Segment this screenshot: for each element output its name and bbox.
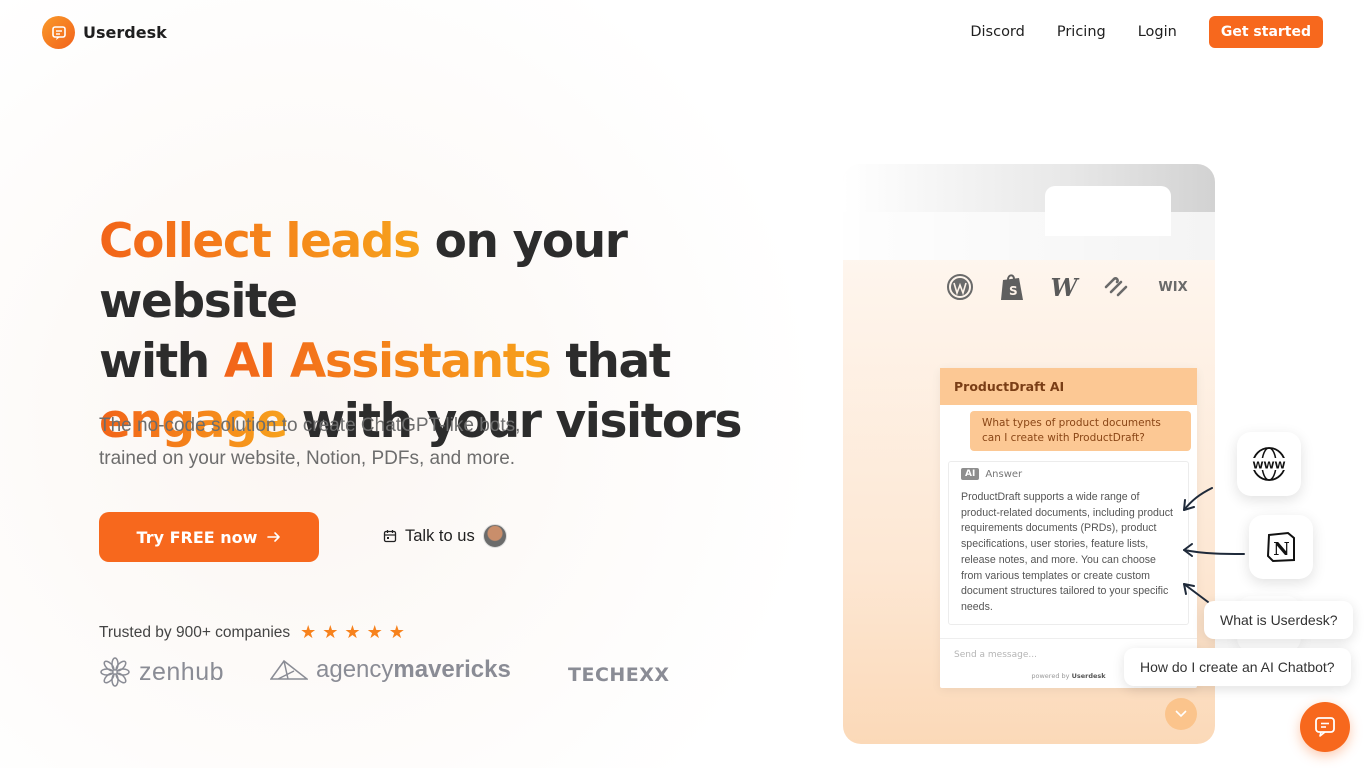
rating-stars: ★ ★ ★ ★ ★ — [300, 624, 405, 642]
techexx-logo: TECHEXX — [568, 664, 670, 686]
suggestion-chip-create-chatbot[interactable]: How do I create an AI Chatbot? — [1124, 648, 1351, 686]
agencymavericks-logo: agencymavericks — [270, 656, 511, 684]
chat-question: What types of product documents can I cr… — [970, 411, 1191, 451]
platform-icons: S W WIX — [945, 272, 1193, 302]
svg-text:S: S — [1009, 284, 1018, 298]
notion-label: N — [1273, 539, 1289, 560]
answer-header: AI Answer — [961, 468, 1176, 480]
arrow-right-icon — [267, 532, 281, 542]
webflow-icon: W — [1050, 272, 1078, 302]
star-icon: ★ — [366, 622, 383, 643]
zenhub-logo: zenhub — [99, 656, 224, 688]
notion-icon: N — [1266, 531, 1295, 563]
get-started-button[interactable]: Get started — [1208, 16, 1323, 48]
wordpress-icon — [945, 272, 975, 302]
subtitle-line: trained on your website, Notion, PDFs, a… — [99, 448, 516, 469]
try-free-button[interactable]: Try FREE now — [99, 512, 319, 562]
top-nav: Userdesk Discord Pricing Login Get start… — [0, 0, 1366, 64]
star-icon: ★ — [344, 622, 361, 643]
star-icon: ★ — [322, 622, 339, 643]
star-icon: ★ — [388, 622, 405, 643]
trusted-by: Trusted by 900+ companies ★ ★ ★ ★ ★ — [99, 624, 405, 642]
shopify-icon: S — [997, 272, 1027, 302]
open-chat-button[interactable] — [1300, 702, 1350, 752]
chevron-down-icon — [1165, 698, 1197, 730]
chat-widget: ProductDraft AI What types of product do… — [940, 368, 1197, 688]
ai-badge: AI — [961, 468, 980, 480]
chat-bubble-icon — [42, 16, 75, 49]
www-label: WWW — [1252, 461, 1285, 472]
suggestion-chip-what-is-userdesk[interactable]: What is Userdesk? — [1204, 601, 1354, 639]
arrows-illustration — [1183, 487, 1245, 603]
zenhub-flower-icon — [100, 657, 130, 687]
browser-chrome — [843, 164, 1215, 260]
subtitle-line: The no-code solution to create ChatGPT-l… — [99, 415, 521, 436]
answer-text: ProductDraft supports a wide range of pr… — [961, 491, 1173, 613]
try-free-label: Try FREE now — [136, 527, 258, 547]
trusted-text: Trusted by 900+ companies — [99, 624, 291, 641]
hero-subtitle: The no-code solution to create ChatGPT-l… — [99, 409, 619, 475]
star-icon: ★ — [300, 622, 317, 643]
talk-to-us-link[interactable]: Talk to us — [383, 524, 507, 548]
title-highlight: AI Assistants — [223, 334, 552, 389]
brand-logo[interactable]: Userdesk — [42, 16, 167, 49]
website-source-card: WWW — [1237, 432, 1301, 496]
nav-links: Discord Pricing Login Get started — [970, 16, 1323, 48]
nav-link-discord[interactable]: Discord — [970, 24, 1025, 40]
wix-icon: WIX — [1158, 279, 1188, 295]
chat-title: ProductDraft AI — [940, 368, 1197, 405]
agency-light: agency — [316, 656, 394, 683]
calendar-icon — [383, 530, 397, 543]
brand-name: Userdesk — [83, 23, 167, 42]
title-highlight: Collect leads — [99, 214, 421, 269]
chat-answer: AI Answer ProductDraft supports a wide r… — [948, 461, 1189, 625]
paper-plane-icon — [270, 659, 308, 680]
agency-bold: mavericks — [393, 656, 511, 683]
title-text: with — [99, 334, 224, 389]
globe-www-icon: WWW — [1251, 447, 1287, 481]
title-text: that — [550, 334, 671, 389]
notion-source-card: N — [1249, 515, 1313, 579]
powered-brand: Userdesk — [1071, 672, 1106, 680]
avatar — [482, 524, 507, 548]
talk-to-us-label: Talk to us — [405, 526, 475, 545]
nav-link-pricing[interactable]: Pricing — [1057, 24, 1106, 40]
zenhub-wordmark: zenhub — [139, 657, 225, 686]
squarespace-icon — [1101, 272, 1131, 302]
answer-label: Answer — [985, 468, 1023, 480]
powered-prefix: powered by — [1031, 672, 1070, 680]
browser-tab — [1045, 186, 1171, 236]
chat-bubble-icon — [1315, 717, 1335, 737]
nav-link-login[interactable]: Login — [1138, 24, 1177, 40]
